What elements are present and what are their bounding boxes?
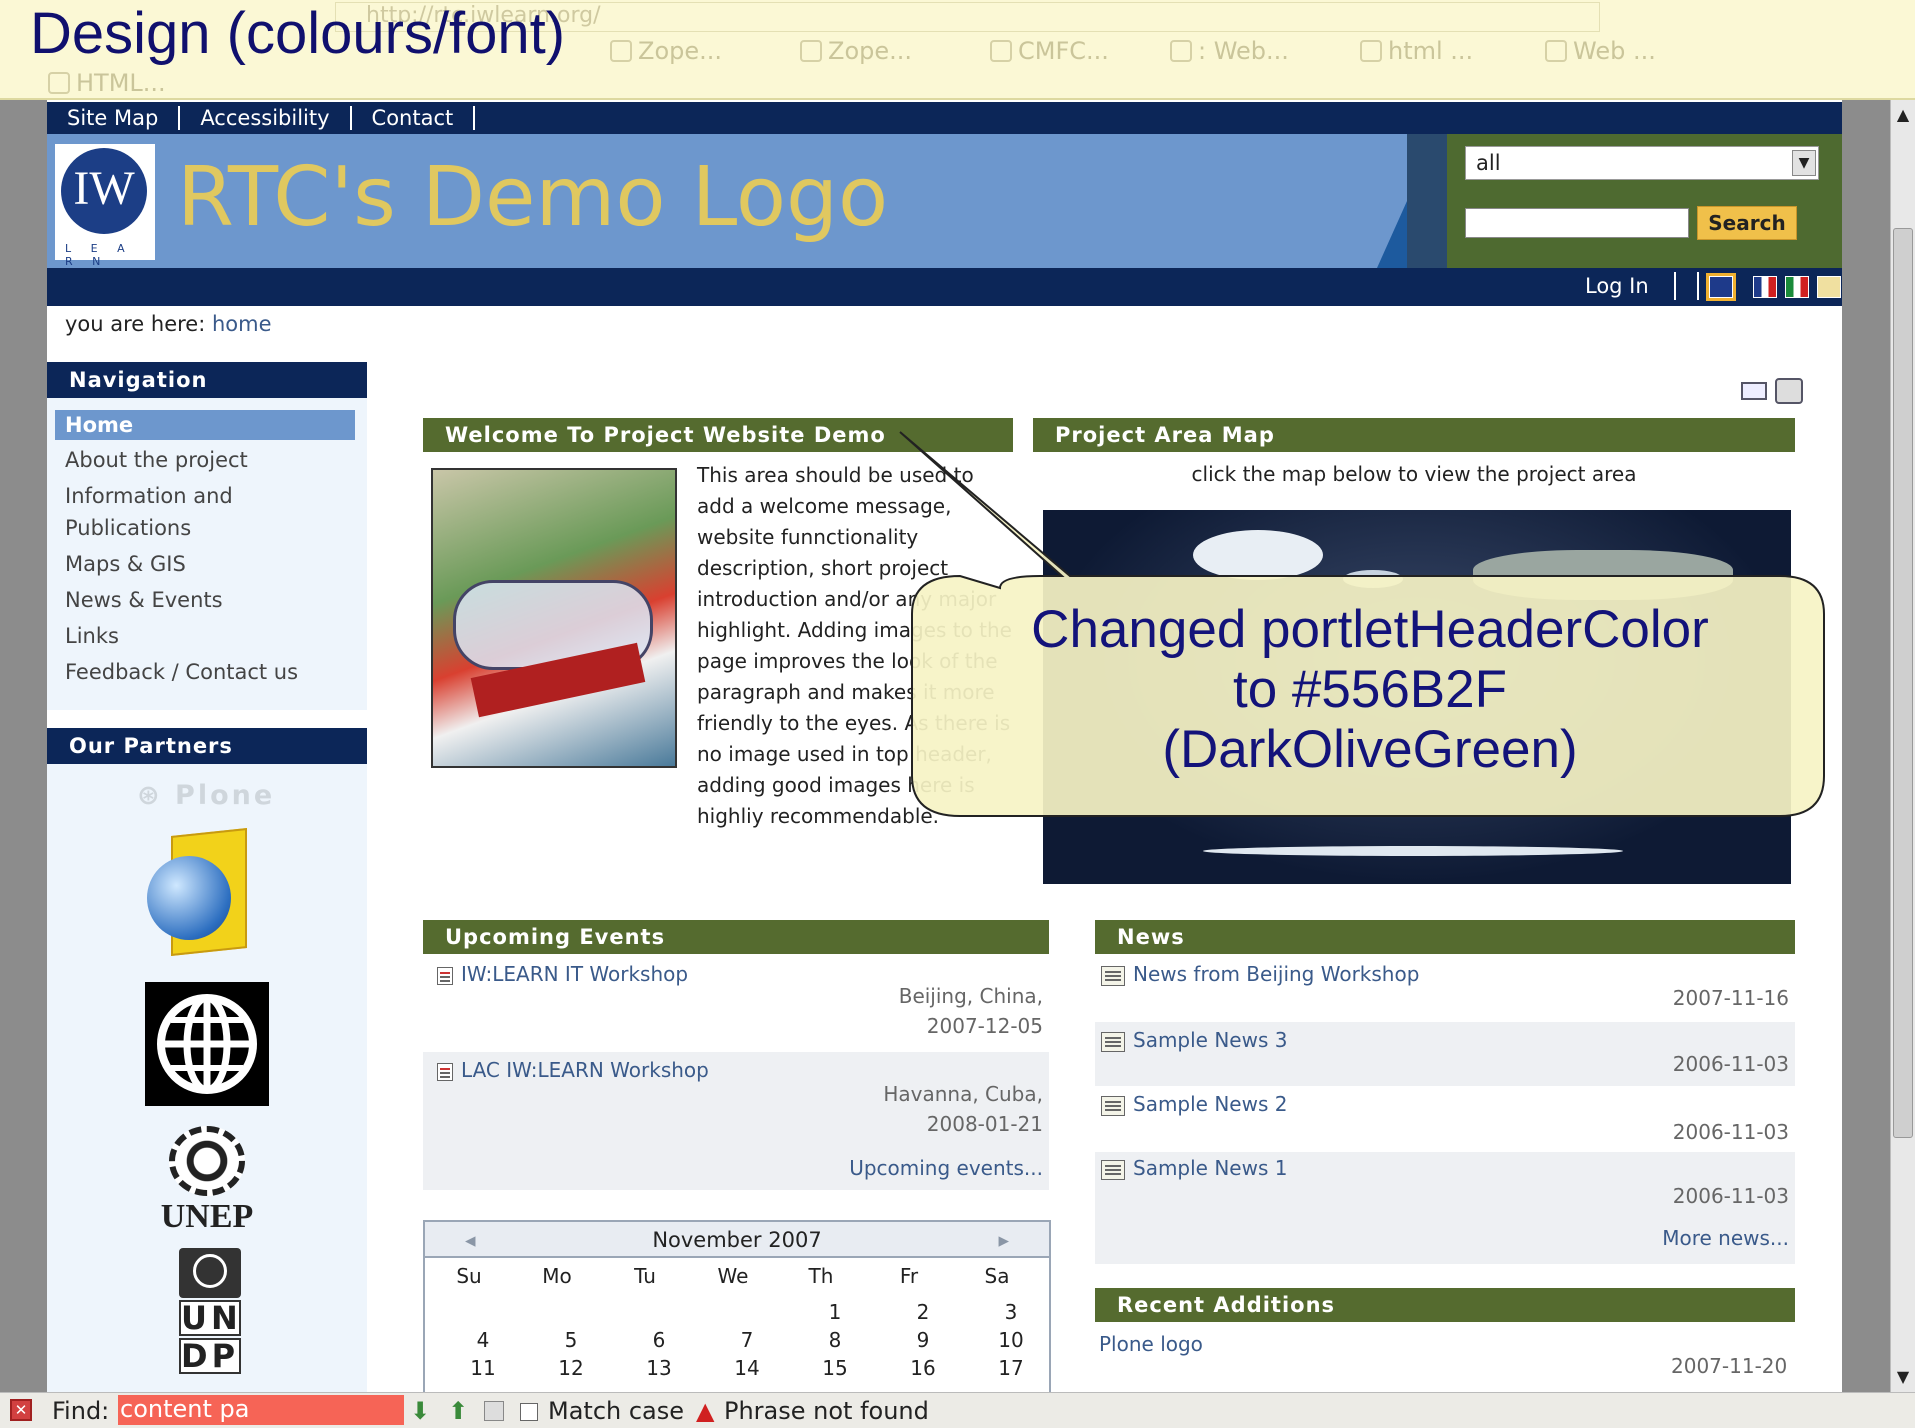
slide-title: Design (colours/font) xyxy=(30,1,566,66)
callout-line: Changed portletHeaderColor xyxy=(1031,600,1709,659)
callout-line: to #556B2F xyxy=(1232,660,1508,719)
callout-line: (DarkOliveGreen) xyxy=(1162,720,1578,779)
callout-text: Changed portletHeaderColor to #556B2F (D… xyxy=(930,600,1810,780)
